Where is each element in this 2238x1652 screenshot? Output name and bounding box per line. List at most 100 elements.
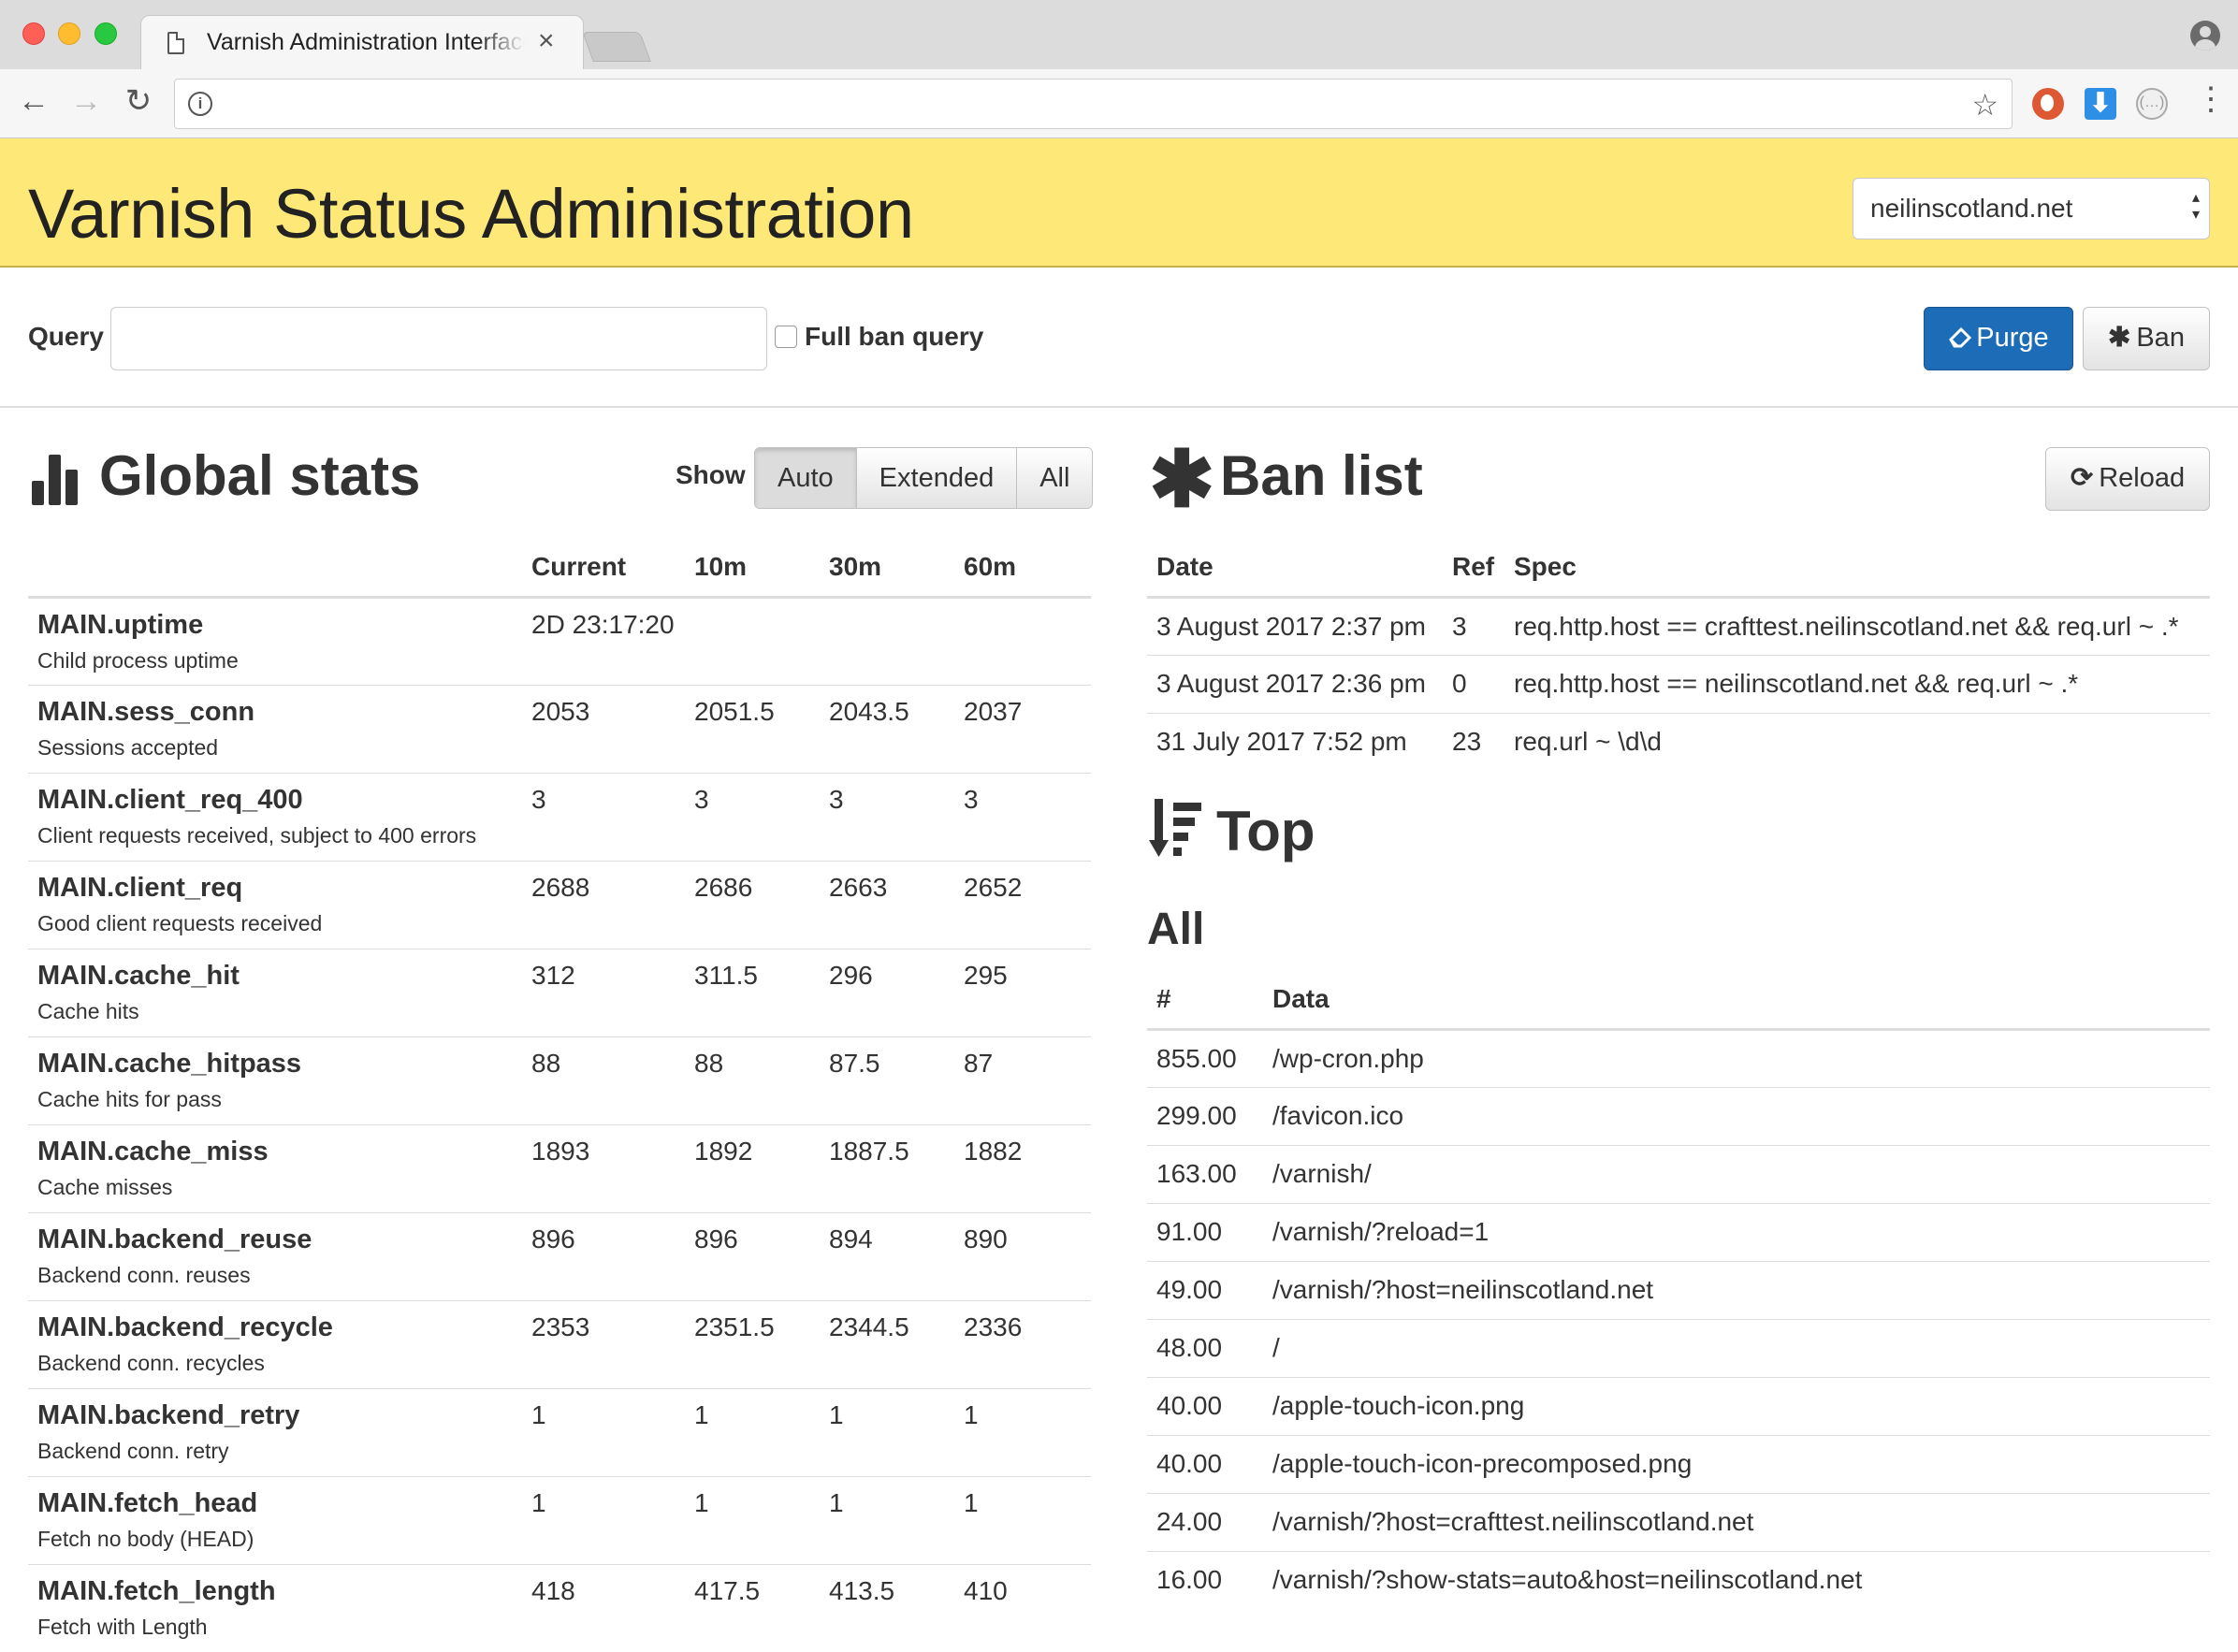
stat-name: MAIN.backend_retry <box>37 1399 300 1430</box>
top-data: /varnish/?reload=1 <box>1263 1202 2210 1261</box>
top-count: 163.00 <box>1147 1144 1263 1203</box>
stat-value-m10: 2351.5 <box>685 1299 820 1388</box>
host-select-value: neilinscotland.net <box>1870 194 2073 223</box>
stat-value-current: 1893 <box>522 1123 685 1212</box>
stat-value-m30 <box>820 596 954 685</box>
stat-label-cell: MAIN.client_req Good client requests rece… <box>28 860 522 949</box>
browser-tab-active[interactable]: Varnish Administration Interface × <box>140 15 584 69</box>
stat-description: Cache hits for pass <box>37 1086 222 1111</box>
site-info-icon[interactable]: i <box>188 92 212 116</box>
top-count: 855.00 <box>1156 1043 1237 1073</box>
stat-value-m60: 1 <box>954 1475 1091 1564</box>
stat-value-m60: 295 <box>954 948 1091 1036</box>
query-input[interactable] <box>110 307 767 370</box>
stat-name: MAIN.client_req_400 <box>37 784 303 815</box>
top-row: 299.00/favicon.ico <box>1147 1086 2210 1145</box>
tab-title: Varnish Administration Interface <box>207 29 525 56</box>
stat-value-m30: 1 <box>820 1387 954 1476</box>
stat-label-cell: MAIN.cache_miss Cache misses <box>28 1123 522 1212</box>
forward-icon[interactable]: → <box>67 82 105 120</box>
stat-value-m60 <box>954 596 1091 685</box>
top-count: 16.00 <box>1147 1550 1263 1609</box>
ban-button[interactable]: ✱ Ban <box>2083 307 2210 370</box>
stat-description: Fetch no body (HEAD) <box>37 1526 254 1551</box>
ban-date: 3 August 2017 2:36 pm <box>1147 654 1443 713</box>
stat-row: MAIN.client_req_400 Client requests recei… <box>28 772 1091 861</box>
profile-icon[interactable] <box>2190 21 2220 51</box>
top-title: Top <box>1216 800 1315 862</box>
stat-value-m10: 1 <box>685 1475 820 1564</box>
top-heading: Top <box>1147 795 1428 870</box>
stat-value-m10: 2051.5 <box>685 684 820 773</box>
stat-value-m30: 2663 <box>820 860 954 949</box>
new-tab-button[interactable] <box>582 32 651 62</box>
close-window-button[interactable] <box>22 22 45 45</box>
column-header: Date <box>1147 539 1443 599</box>
mode-extended-button[interactable]: Extended <box>855 448 1017 508</box>
stat-label-cell: MAIN.backend_recycle Backend conn. recycl… <box>28 1299 522 1388</box>
stat-value-m60: 2652 <box>954 860 1091 949</box>
stat-description: Backend conn. retry <box>37 1438 229 1463</box>
host-select[interactable]: neilinscotland.net ▴ ▾ <box>1853 178 2210 239</box>
back-icon[interactable]: ← <box>15 82 52 120</box>
top-row: 40.00/apple-touch-icon-precomposed.png <box>1147 1434 2210 1493</box>
reload-icon[interactable]: ↻ <box>120 82 157 120</box>
bookmark-star-icon[interactable]: ☆ <box>1971 87 1998 123</box>
full-ban-checkbox[interactable] <box>775 326 797 348</box>
top-count: 24.00 <box>1147 1492 1263 1551</box>
stat-row: MAIN.sess_conn Sessions accepted 2053 2051.… <box>28 684 1091 773</box>
column-header: 10m <box>685 539 820 599</box>
mode-all-button[interactable]: All <box>1016 448 1093 508</box>
stat-value-m60: 87 <box>954 1036 1091 1124</box>
query-bar: Query Full ban query Purge ✱ Ban <box>0 269 2238 408</box>
minimize-window-button[interactable] <box>58 22 80 45</box>
global-stats-title: Global stats <box>99 444 421 507</box>
top-row: 91.00/varnish/?reload=1 <box>1147 1202 2210 1261</box>
query-label: Query <box>28 322 104 351</box>
site-header: Varnish Status Administration neilinscot… <box>0 138 2238 268</box>
download-extension-icon[interactable]: ⬇ <box>2085 88 2116 120</box>
mode-auto-button[interactable]: Auto <box>755 448 856 508</box>
ban-ref: 3 <box>1452 611 1467 641</box>
eraser-icon <box>1949 326 1972 348</box>
stat-label-cell: MAIN.sess_conn Sessions accepted <box>28 684 522 773</box>
tab-close-icon[interactable]: × <box>538 25 555 57</box>
top-row: 40.00/apple-touch-icon.png <box>1147 1376 2210 1435</box>
top-data: /varnish/?host=crafttest.neilinscotland.… <box>1263 1492 2210 1551</box>
stat-value-m30: 1887.5 <box>820 1123 954 1212</box>
stat-label-cell: MAIN.backend_retry Backend conn. retry <box>28 1387 522 1476</box>
top-data: /favicon.ico <box>1263 1086 2210 1145</box>
stat-value-m10: 2686 <box>685 860 820 949</box>
address-bar[interactable]: i ☆ <box>174 79 2013 129</box>
stat-description: Backend conn. recycles <box>37 1350 265 1375</box>
stat-name: MAIN.cache_hit <box>37 960 240 991</box>
browser-toolbar: ← → ↻ i ☆ ⬇ (…) ⋮ <box>0 69 2238 138</box>
ban-ref: 23 <box>1443 712 1504 771</box>
show-label: Show <box>676 460 746 489</box>
stat-label-cell: MAIN.backend_reuse Backend conn. reuses <box>28 1211 522 1300</box>
duckduckgo-extension-icon[interactable] <box>2032 88 2064 120</box>
browser-menu-icon[interactable]: ⋮ <box>2195 80 2227 118</box>
stat-value-m60: 2336 <box>954 1299 1091 1388</box>
stat-name: MAIN.backend_reuse <box>37 1224 312 1254</box>
maximize-window-button[interactable] <box>94 22 117 45</box>
stat-name: MAIN.fetch_head <box>37 1487 258 1518</box>
top-row: 163.00/varnish/ <box>1147 1144 2210 1203</box>
extension-icon[interactable]: (…) <box>2136 88 2168 120</box>
stat-name: MAIN.cache_miss <box>37 1136 269 1167</box>
stat-label-cell: MAIN.cache_hitpass Cache hits for pass <box>28 1036 522 1124</box>
stat-value-m60: 890 <box>954 1211 1091 1300</box>
stat-row: MAIN.backend_reuse Backend conn. reuses 89… <box>28 1211 1091 1300</box>
reload-button[interactable]: ⟳ Reload <box>2045 447 2210 511</box>
stats-table: Current 10m 30m 60m MAIN.uptime Child pro… <box>28 539 1091 1652</box>
top-count: 49.00 <box>1147 1260 1263 1319</box>
stat-description: Good client requests received <box>37 910 323 935</box>
column-header: # <box>1147 971 1263 1031</box>
sort-amount-desc-icon <box>1149 799 1201 857</box>
stat-label-cell: MAIN.client_req_400 Client requests recei… <box>28 772 522 861</box>
top-data: /varnish/?show-stats=auto&host=neilinsco… <box>1263 1550 2210 1609</box>
purge-button[interactable]: Purge <box>1924 307 2073 370</box>
top-row: 16.00/varnish/?show-stats=auto&host=neil… <box>1147 1550 2210 1609</box>
stat-label-cell: MAIN.fetch_length Fetch with Length <box>28 1563 522 1652</box>
stat-label-cell: MAIN.uptime Child process uptime <box>28 596 522 685</box>
